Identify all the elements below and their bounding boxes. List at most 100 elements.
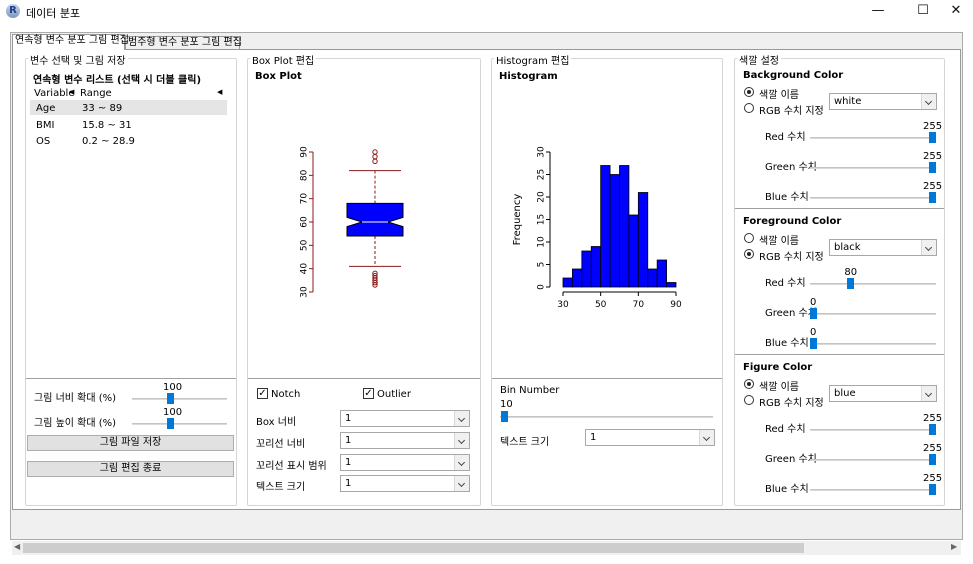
- close-button[interactable]: ✕: [938, 0, 973, 24]
- bin-number-track: [500, 416, 713, 418]
- figure-color-name-combo[interactable]: blue: [829, 385, 937, 402]
- y-tick-label: 30: [300, 286, 310, 298]
- tab-categorical[interactable]: 범주형 변수 분포 그림 편집: [125, 36, 242, 50]
- window-title: 데이터 분포: [26, 7, 81, 20]
- foreground-green-slider[interactable]: [810, 308, 817, 319]
- background-green-track: [810, 167, 936, 169]
- height-scale-value: 100: [163, 407, 183, 418]
- divider: [735, 208, 944, 209]
- exit-edit-button[interactable]: 그림 편집 종료: [27, 461, 234, 477]
- y-tick-label: 10: [537, 236, 547, 248]
- scroll-right-icon[interactable]: ▶: [951, 542, 957, 551]
- width-scale-label: 그림 너비 확대 (%): [34, 393, 117, 404]
- list-item-range[interactable]: 33 ~ 89: [82, 103, 122, 114]
- foreground-name-radio[interactable]: [744, 233, 754, 243]
- histogram-bar: [637, 192, 649, 288]
- outlier-label: Outlier: [377, 389, 411, 400]
- background-red-slider[interactable]: [929, 132, 936, 143]
- chevron-down-icon[interactable]: [454, 411, 469, 426]
- chevron-down-icon[interactable]: [454, 476, 469, 491]
- y-tick-label: 40: [300, 263, 310, 275]
- box-width-label: Box 너비: [256, 417, 297, 428]
- y-tick-label: 70: [300, 193, 310, 205]
- y-tick-label: 90: [300, 146, 310, 158]
- whisker-range-combo[interactable]: 1: [340, 454, 470, 471]
- background-blue-slider[interactable]: [929, 192, 936, 203]
- foreground-color-name-combo[interactable]: black: [829, 239, 937, 256]
- width-scale-slider[interactable]: [167, 393, 174, 404]
- histogram-text-size-combo[interactable]: 1: [585, 429, 715, 446]
- background-color-title: Background Color: [743, 70, 844, 81]
- scroll-left-icon[interactable]: ◀: [14, 542, 20, 551]
- variable-list-title: 연속형 변수 리스트 (선택 시 더블 클릭): [33, 75, 202, 86]
- foreground-red-slider[interactable]: [847, 278, 855, 289]
- chevron-down-icon[interactable]: [921, 240, 936, 255]
- chevron-down-icon[interactable]: [921, 94, 936, 109]
- figure-name-label: 색깔 이름: [759, 382, 799, 393]
- background-rgb-radio[interactable]: [744, 103, 754, 113]
- foreground-rgb-radio[interactable]: [744, 249, 754, 259]
- height-scale-slider[interactable]: [167, 418, 174, 429]
- list-item-variable[interactable]: OS: [36, 136, 50, 147]
- foreground-red-value: 80: [844, 267, 858, 278]
- outlier-point: [372, 153, 378, 160]
- list-item-range[interactable]: 15.8 ~ 31: [82, 120, 132, 131]
- histogram-bar: [609, 174, 620, 288]
- background-color-name-combo[interactable]: white: [829, 93, 937, 110]
- r-app-icon: R: [6, 4, 20, 18]
- notch-label: Notch: [271, 389, 301, 400]
- chevron-down-icon[interactable]: [454, 455, 469, 470]
- list-item-variable[interactable]: BMI: [36, 120, 54, 131]
- list-item-selected-bg: [30, 100, 227, 115]
- list-item-variable[interactable]: Age: [36, 103, 55, 114]
- background-green-label: Green 수치: [765, 162, 817, 173]
- histogram-text-size-label: 텍스트 크기: [500, 437, 550, 448]
- width-scale-value: 100: [163, 382, 183, 393]
- notch-checkbox[interactable]: ✓: [257, 388, 268, 399]
- height-scale-track: [132, 423, 227, 425]
- outlier-point: [372, 158, 378, 165]
- figure-red-slider[interactable]: [929, 424, 936, 435]
- chevron-down-icon[interactable]: [454, 433, 469, 448]
- chevron-down-icon[interactable]: [921, 386, 936, 401]
- tab-continuous[interactable]: 연속형 변수 분포 그림 편집: [12, 34, 129, 50]
- notched-box: [346, 202, 404, 237]
- save-figure-button[interactable]: 그림 파일 저장: [27, 435, 234, 451]
- scrollbar-thumb[interactable]: [23, 543, 804, 553]
- x-tick-label: 70: [633, 300, 645, 310]
- minimize-button[interactable]: —: [860, 0, 896, 24]
- y-tick-label: 15: [537, 214, 547, 225]
- histogram-bar: [590, 246, 602, 288]
- histogram-chart: 0 5 10 15 20 25 30 Frequency 30 50 70 90: [512, 146, 682, 310]
- maximize-button[interactable]: ☐: [905, 0, 941, 24]
- histogram-bar: [600, 165, 611, 288]
- background-red-track: [810, 137, 936, 139]
- histogram-bar: [619, 165, 630, 288]
- width-scale-track: [132, 398, 227, 400]
- figure-green-slider[interactable]: [929, 454, 936, 465]
- histogram-bar: [562, 277, 573, 288]
- background-name-radio[interactable]: [744, 87, 754, 97]
- histogram-bar: [581, 250, 592, 288]
- figure-blue-slider[interactable]: [929, 484, 936, 495]
- whisker-width-combo[interactable]: 1: [340, 432, 470, 449]
- figure-red-value: 255: [923, 413, 943, 424]
- outlier-checkbox[interactable]: ✓: [363, 388, 374, 399]
- divider: [248, 378, 480, 379]
- figure-blue-value: 255: [923, 473, 943, 484]
- foreground-green-track: [810, 313, 936, 315]
- column-header-range[interactable]: Range: [80, 88, 112, 99]
- boxplot-text-size-combo[interactable]: 1: [340, 475, 470, 492]
- figure-color-title: Figure Color: [743, 362, 813, 373]
- chevron-down-icon[interactable]: [699, 430, 714, 445]
- figure-rgb-radio[interactable]: [744, 395, 754, 405]
- check-icon: ✓: [364, 388, 373, 399]
- check-icon: ✓: [258, 388, 267, 399]
- figure-name-radio[interactable]: [744, 379, 754, 389]
- box-width-combo[interactable]: 1: [340, 410, 470, 427]
- background-green-slider[interactable]: [929, 162, 936, 173]
- bin-number-slider[interactable]: [501, 411, 508, 422]
- list-item-range[interactable]: 0.2 ~ 28.9: [82, 136, 135, 147]
- foreground-blue-slider[interactable]: [810, 338, 817, 349]
- boxplot-group-caption: Box Plot 편집: [250, 52, 317, 67]
